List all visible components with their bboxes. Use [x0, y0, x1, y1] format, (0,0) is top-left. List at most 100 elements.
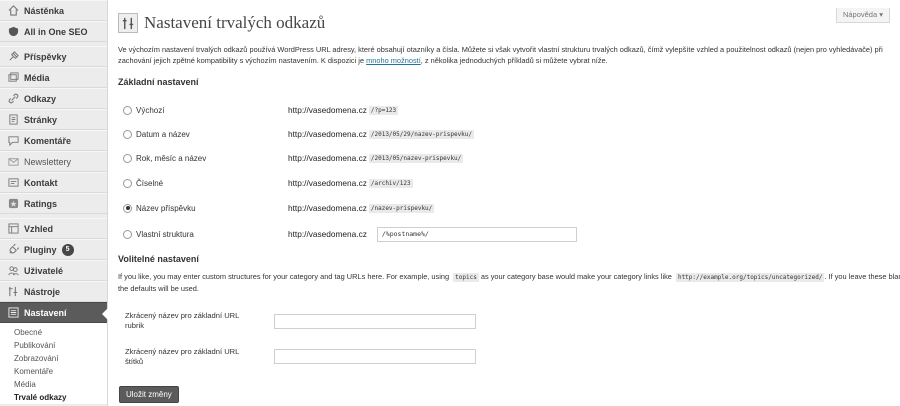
menu-label: Příspěvky — [24, 51, 67, 62]
option-numeric[interactable]: Číselné — [123, 176, 163, 190]
menu-tools[interactable]: Nástroje — [0, 281, 107, 302]
url-path: /2013/05/nazev-prispevku/ — [368, 153, 464, 163]
menu-plugins[interactable]: Pluginy 5 — [0, 239, 107, 260]
dashboard-icon — [8, 5, 19, 16]
menu-label: Média — [24, 72, 50, 83]
submenu-media[interactable]: Média — [0, 378, 107, 391]
menu-media[interactable]: Média — [0, 67, 107, 88]
menu-label: All in One SEO — [24, 26, 88, 37]
url-path: /?p=123 — [368, 105, 399, 115]
page-icon — [8, 114, 19, 125]
many-options-link[interactable]: mnoho možností — [366, 56, 421, 65]
url-path: /nazev-prispevku/ — [368, 203, 435, 213]
star-icon — [8, 198, 19, 209]
menu-pages[interactable]: Stránky — [0, 109, 107, 130]
media-icon — [8, 72, 19, 83]
submenu-reading[interactable]: Zobrazování — [0, 352, 107, 365]
option-default[interactable]: Výchozí — [123, 103, 164, 117]
option-post-name[interactable]: Název příspěvku — [123, 201, 196, 215]
menu-appearance[interactable]: Vzhled — [0, 218, 107, 239]
desc-code: http://example.org/topics/uncategorized/ — [675, 273, 825, 282]
example-url: http://vasedomena.cz/?p=123 — [288, 103, 399, 117]
example-url: http://vasedomena.cz/archiv/123 — [288, 176, 413, 190]
contact-icon — [8, 177, 19, 188]
category-base-input[interactable] — [274, 314, 476, 329]
custom-structure-row: http://vasedomena.cz — [288, 226, 577, 242]
submenu-discussion[interactable]: Komentáře — [0, 365, 107, 378]
menu-label: Nástěnka — [24, 5, 65, 16]
optional-settings-title: Volitelné nastavení — [118, 254, 199, 264]
submenu-general[interactable]: Obecné — [0, 326, 107, 339]
submenu-permalinks[interactable]: Trvalé odkazy — [0, 391, 107, 404]
tag-base-input[interactable] — [274, 349, 476, 364]
plugin-icon — [8, 244, 19, 255]
url-path: /2013/05/29/nazev-prispevku/ — [368, 129, 475, 139]
pin-icon — [8, 51, 19, 62]
option-month-name[interactable]: Rok, měsíc a název — [123, 151, 206, 165]
menu-contact[interactable]: Kontakt — [0, 172, 107, 193]
menu-posts[interactable]: Příspěvky — [0, 46, 107, 67]
settings-submenu: Obecné Publikování Zobrazování Komentáře… — [0, 323, 107, 404]
menu-users[interactable]: Uživatelé — [0, 260, 107, 281]
menu-label: Vzhled — [24, 223, 54, 234]
menu-label: Uživatelé — [24, 265, 64, 276]
mail-icon — [8, 156, 19, 167]
menu-label: Komentáře — [24, 135, 72, 146]
seo-icon — [8, 26, 19, 37]
menu-label: Odkazy — [24, 93, 57, 104]
optional-description: If you like, you may enter custom struct… — [118, 271, 900, 294]
radio-button-selected[interactable] — [123, 203, 132, 213]
option-label: Název příspěvku — [136, 203, 196, 213]
url-base: http://vasedomena.cz — [288, 229, 367, 239]
radio-button[interactable] — [123, 105, 132, 115]
help-tab-button[interactable]: Nápověda ▾ — [835, 8, 890, 23]
menu-label: Ratings — [24, 198, 58, 209]
url-path: /archiv/123 — [368, 178, 413, 188]
option-date-name[interactable]: Datum a název — [123, 127, 190, 141]
admin-sidebar: Nástěnka All in One SEO Příspěvky Média … — [0, 0, 108, 406]
custom-structure-input[interactable] — [376, 226, 577, 242]
option-custom-structure[interactable]: Vlastní struktura — [123, 227, 194, 241]
intro-text-part: , z několika jednoduchých příkladů si mů… — [420, 56, 608, 65]
example-url: http://vasedomena.cz/nazev-prispevku/ — [288, 201, 435, 215]
submenu-writing[interactable]: Publikování — [0, 339, 107, 352]
menu-dashboard[interactable]: Nástěnka — [0, 0, 107, 21]
settings-page-icon — [118, 13, 138, 33]
desc-code: topics — [453, 273, 479, 282]
menu-label: Kontakt — [24, 177, 58, 188]
settings-icon — [8, 307, 19, 318]
option-label: Číselné — [136, 178, 164, 188]
radio-button[interactable] — [123, 178, 132, 188]
menu-label: Nastavení — [24, 307, 67, 318]
menu-label: Stránky — [24, 114, 58, 125]
url-base: http://vasedomena.cz — [288, 105, 367, 115]
url-base: http://vasedomena.cz — [288, 153, 367, 163]
comment-icon — [8, 135, 19, 146]
users-icon — [8, 265, 19, 276]
option-label: Vlastní struktura — [136, 229, 194, 239]
option-label: Výchozí — [136, 105, 165, 115]
update-count-badge: 5 — [61, 243, 74, 256]
menu-links[interactable]: Odkazy — [0, 88, 107, 109]
option-label: Datum a název — [136, 129, 190, 139]
menu-newsletters[interactable]: Newslettery — [0, 151, 107, 172]
page-header: Nastavení trvalých odkazů — [118, 13, 325, 33]
option-label: Rok, měsíc a název — [136, 153, 207, 163]
basic-settings-title: Základní nastavení — [118, 77, 199, 87]
example-url: http://vasedomena.cz/2013/05/nazev-prisp… — [288, 151, 464, 165]
desc-text: as your category base would make your ca… — [478, 272, 674, 281]
main-content: Nápověda ▾ Nastavení trvalých odkazů Ve … — [108, 0, 900, 406]
intro-text: Ve výchozím nastavení trvalých odkazů po… — [118, 44, 893, 66]
tools-icon — [8, 286, 19, 297]
menu-settings[interactable]: Nastavení — [0, 302, 108, 323]
menu-label: Nástroje — [24, 286, 61, 297]
tag-base-label: Zkrácený název pro základní URL štítků — [125, 347, 240, 366]
example-url: http://vasedomena.cz/2013/05/29/nazev-pr… — [288, 127, 475, 141]
menu-ratings[interactable]: Ratings — [0, 193, 107, 214]
radio-button[interactable] — [123, 229, 132, 239]
radio-button[interactable] — [123, 153, 132, 163]
menu-all-in-one-seo[interactable]: All in One SEO — [0, 21, 107, 42]
menu-comments[interactable]: Komentáře — [0, 130, 107, 151]
save-changes-button[interactable]: Uložit změny — [119, 386, 179, 403]
radio-button[interactable] — [123, 129, 132, 139]
